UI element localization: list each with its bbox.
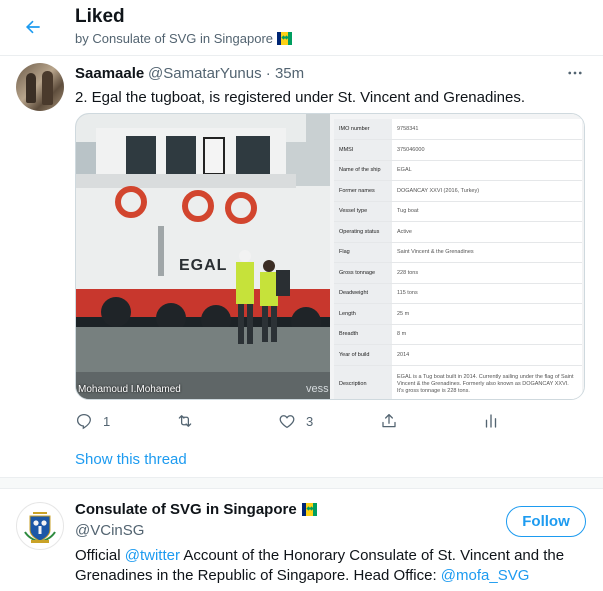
photo-watermark: vess	[306, 383, 329, 395]
vessel-info-value: 25 m	[392, 303, 582, 325]
vessel-info-key: MMSI	[334, 139, 392, 161]
profile-name-text: Consulate of SVG in Singapore	[75, 501, 297, 518]
vessel-info-row: IMO number 9758341	[334, 119, 582, 140]
section-divider	[0, 477, 603, 489]
vessel-info-value: Active	[392, 221, 582, 243]
tweet[interactable]: Saamaale @SamatarYunus · 35m 2. Egal the…	[0, 57, 603, 477]
vessel-info-row: Name of the ship EGAL	[334, 160, 582, 181]
vessel-info-row: Year of build 2014	[334, 344, 582, 366]
vessel-info-key: Deadweight	[334, 283, 392, 304]
tweet-time[interactable]: 35m	[275, 65, 304, 82]
bio-mention-twitter[interactable]: @twitter	[125, 547, 180, 564]
vessel-info-row: Flag Saint Vincent & the Grenadines	[334, 242, 582, 263]
profile-bio: Official @twitter Account of the Honorar…	[75, 546, 590, 586]
vessel-info-value: DOGANCAY XXVI (2016, Turkey)	[392, 180, 582, 202]
vessel-info-value: 2014	[392, 344, 582, 366]
vessel-info-value: 8 m	[392, 324, 582, 345]
follow-button[interactable]: Follow	[506, 506, 586, 537]
vessel-info-row: Length 25 m	[334, 303, 582, 325]
vessel-info-key: Description	[334, 365, 392, 399]
vessel-info-row: Vessel type Tug boat	[334, 201, 582, 222]
vessel-info-row: MMSI 375046000	[334, 139, 582, 161]
ship-name-label: EGAL	[179, 257, 228, 274]
vessel-info-key: Operating status	[334, 221, 392, 243]
profile-card[interactable]: Consulate of SVG in Singapore @VCinSG Fo…	[0, 490, 603, 591]
share-button[interactable]	[380, 411, 398, 431]
vessel-info-row: Gross tonnage 228 tons	[334, 262, 582, 284]
vessel-info-row: Deadweight 115 tons	[334, 283, 582, 304]
vessel-info-key: Breadth	[334, 324, 392, 345]
vessel-info-panel[interactable]: IMO number 9758341 MMSI 375046000 Name of th…	[330, 114, 584, 399]
tweet-author-name[interactable]: Saamaale	[75, 65, 144, 82]
vessel-info-key: Flag	[334, 242, 392, 263]
tweet-author-handle[interactable]: @SamatarYunus	[148, 65, 262, 82]
like-button[interactable]: 3	[278, 411, 313, 431]
reply-count: 1	[103, 413, 111, 429]
tweet-text: 2. Egal the tugboat, is registered under…	[75, 89, 526, 106]
share-icon	[382, 413, 396, 428]
show-thread-link[interactable]: Show this thread	[75, 451, 187, 468]
avatar[interactable]	[16, 63, 64, 111]
vessel-info-value: 375046000	[392, 139, 582, 161]
like-count: 3	[306, 413, 314, 429]
reply-button[interactable]: 1	[75, 411, 110, 431]
vessel-info-key: Length	[334, 303, 392, 325]
retweet-icon	[178, 415, 192, 427]
vessel-info-value: EGAL	[392, 160, 582, 181]
photo-credit: Mohamoud I.Mohamed	[78, 384, 181, 395]
svg-flag-icon	[301, 503, 317, 516]
vessel-info-value: EGAL is a Tug boat built in 2014. Curren…	[392, 365, 582, 399]
heart-icon	[279, 415, 295, 429]
tugboat-photo[interactable]: EGAL Mohamoud I.Mohamed vess	[76, 114, 330, 399]
tweet-separator: ·	[265, 65, 271, 82]
vessel-info-value: 9758341	[392, 119, 582, 140]
coat-of-arms-icon	[24, 512, 56, 544]
vessel-info-row: Description EGAL is a Tug boat built in 2…	[334, 365, 582, 399]
vessel-info-value: 228 tons	[392, 262, 582, 284]
bio-text-1: Official	[75, 547, 125, 564]
analytics-button[interactable]	[482, 411, 500, 431]
page-header: Liked by Consulate of SVG in Singapore	[0, 0, 603, 56]
more-options-button[interactable]	[563, 61, 587, 85]
page-subtitle: by Consulate of SVG in Singapore	[75, 31, 293, 46]
vessel-info-key: Former names	[334, 180, 392, 202]
vessel-info-value: Saint Vincent & the Grenadines	[392, 242, 582, 263]
profile-handle[interactable]: @VCinSG	[75, 522, 144, 539]
bio-mention-mofa[interactable]: @mofa_SVG	[441, 567, 530, 584]
vessel-info-row: Operating status Active	[334, 221, 582, 243]
arrow-left-icon	[25, 20, 40, 34]
vessel-info-value: Tug boat	[392, 201, 582, 222]
tweet-media[interactable]: EGAL Mohamoud I.Mohamed vess IMO number 9…	[75, 113, 585, 400]
tweet-actions: 1 3	[75, 411, 585, 431]
vessel-info-key: Name of the ship	[334, 160, 392, 181]
back-button[interactable]	[16, 10, 50, 44]
tweet-author-meta: @SamatarYunus · 35m	[148, 65, 304, 82]
reply-icon	[76, 413, 91, 430]
page-title: Liked	[75, 6, 125, 27]
vessel-info-table: IMO number 9758341 MMSI 375046000 Name of th…	[334, 119, 582, 399]
vessel-info-key: Vessel type	[334, 201, 392, 222]
vessel-info-key: Gross tonnage	[334, 262, 392, 284]
vessel-info-key: Year of build	[334, 344, 392, 366]
vessel-info-row: Former names DOGANCAY XXVI (2016, Turkey)	[334, 180, 582, 202]
vessel-info-value: 115 tons	[392, 283, 582, 304]
page-subtitle-text: by Consulate of SVG in Singapore	[75, 31, 274, 46]
analytics-icon	[485, 414, 497, 428]
avatar[interactable]	[16, 502, 64, 550]
retweet-button[interactable]	[176, 411, 204, 431]
svg-flag-icon	[277, 32, 293, 45]
vessel-info-key: IMO number	[334, 119, 392, 140]
more-horizontal-icon	[568, 71, 582, 75]
vessel-info-row: Breadth 8 m	[334, 324, 582, 345]
profile-name[interactable]: Consulate of SVG in Singapore	[75, 501, 317, 518]
